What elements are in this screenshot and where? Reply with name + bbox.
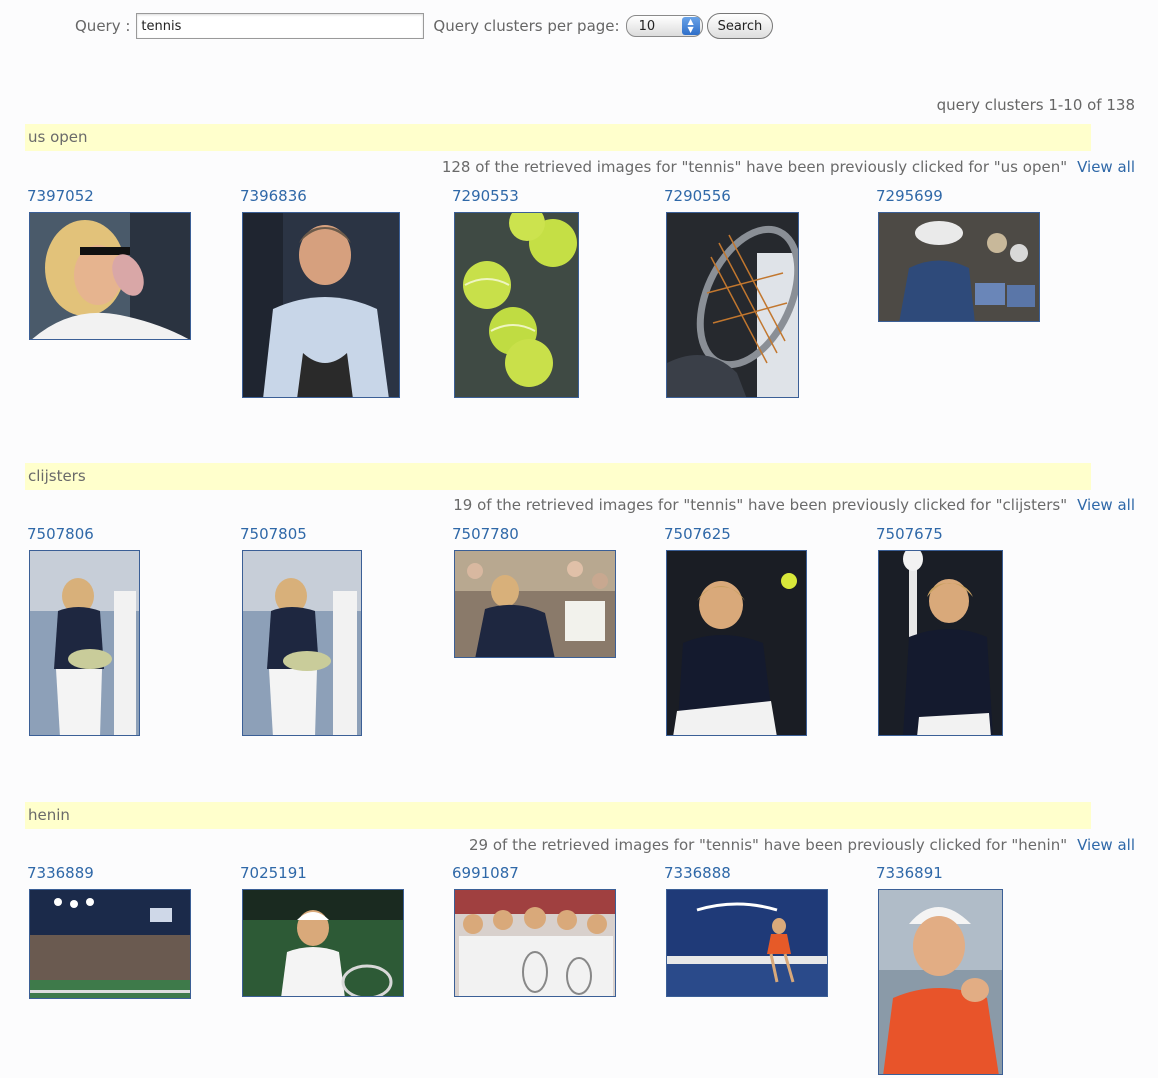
image-id-link[interactable]: 7025191 bbox=[240, 864, 307, 883]
query-label: Query : bbox=[75, 17, 131, 35]
image-id-link[interactable]: 6991087 bbox=[452, 864, 519, 883]
image-result: 7507806 bbox=[27, 525, 140, 736]
image-thumbnail[interactable] bbox=[666, 550, 807, 736]
cluster-info-text: 128 of the retrieved images for "tennis"… bbox=[441, 158, 1068, 176]
image-result: 7336891 bbox=[876, 864, 1003, 1075]
image-id-link[interactable]: 7290553 bbox=[452, 187, 519, 206]
cluster-info: 128 of the retrieved images for "tennis"… bbox=[442, 158, 1135, 176]
image-result: 7336888 bbox=[664, 864, 828, 997]
cluster-title: us open bbox=[25, 124, 1091, 151]
view-all-link[interactable]: View all bbox=[1077, 836, 1135, 854]
image-id-link[interactable]: 7507625 bbox=[664, 525, 731, 544]
image-thumbnail[interactable] bbox=[454, 212, 579, 398]
image-result: 7507805 bbox=[240, 525, 362, 736]
image-result: 7397052 bbox=[27, 187, 191, 340]
per-page-select[interactable]: 10 ▲ ▼ bbox=[625, 15, 703, 37]
image-thumbnail[interactable] bbox=[29, 550, 140, 736]
image-thumbnail[interactable] bbox=[242, 889, 404, 997]
image-result: 7507625 bbox=[664, 525, 807, 736]
image-id-link[interactable]: 7507780 bbox=[452, 525, 519, 544]
results-range: query clusters 1-10 of 138 bbox=[936, 96, 1135, 114]
image-thumbnail[interactable] bbox=[666, 212, 799, 398]
cluster-info: 19 of the retrieved images for "tennis" … bbox=[453, 496, 1135, 514]
image-thumbnail[interactable] bbox=[29, 889, 191, 999]
image-id-link[interactable]: 7336888 bbox=[664, 864, 731, 883]
image-result: 7336889 bbox=[27, 864, 191, 999]
search-bar: Query : Query clusters per page: 10 ▲▼ S… bbox=[75, 11, 774, 41]
view-all-link[interactable]: View all bbox=[1077, 496, 1135, 514]
image-id-link[interactable]: 7295699 bbox=[876, 187, 943, 206]
image-result: 7507780 bbox=[452, 525, 616, 658]
cluster-info-text: 29 of the retrieved images for "tennis" … bbox=[468, 836, 1068, 854]
image-result: 7396836 bbox=[240, 187, 400, 398]
select-arrows-icon: ▲ ▼ bbox=[681, 17, 700, 35]
image-thumbnail[interactable] bbox=[242, 550, 362, 736]
image-id-link[interactable]: 7396836 bbox=[240, 187, 307, 206]
cluster-title: clijsters bbox=[25, 463, 1091, 490]
image-result: 7290556 bbox=[664, 187, 799, 398]
per-page-label: Query clusters per page: bbox=[433, 17, 620, 35]
image-thumbnail[interactable] bbox=[29, 212, 191, 340]
cluster-title: henin bbox=[25, 802, 1091, 829]
image-result: 7025191 bbox=[240, 864, 404, 997]
search-button[interactable]: Search bbox=[706, 13, 774, 39]
image-result: 6991087 bbox=[452, 864, 616, 997]
image-result: 7507675 bbox=[876, 525, 1003, 736]
image-thumbnail[interactable] bbox=[878, 212, 1040, 322]
cluster-info-text: 19 of the retrieved images for "tennis" … bbox=[453, 496, 1068, 514]
image-thumbnail[interactable] bbox=[454, 889, 616, 997]
image-id-link[interactable]: 7336891 bbox=[876, 864, 943, 883]
query-input[interactable] bbox=[136, 13, 425, 39]
image-thumbnail[interactable] bbox=[454, 550, 616, 658]
image-result: 7295699 bbox=[876, 187, 1040, 322]
per-page-value: 10 bbox=[638, 18, 656, 34]
image-id-link[interactable]: 7336889 bbox=[27, 864, 94, 883]
image-id-link[interactable]: 7507805 bbox=[240, 525, 307, 544]
image-id-link[interactable]: 7507806 bbox=[27, 525, 94, 544]
image-id-link[interactable]: 7507675 bbox=[876, 525, 943, 544]
image-result: 7290553 bbox=[452, 187, 579, 398]
image-thumbnail[interactable] bbox=[878, 550, 1003, 736]
image-id-link[interactable]: 7290556 bbox=[664, 187, 731, 206]
image-thumbnail[interactable] bbox=[242, 212, 400, 398]
image-thumbnail[interactable] bbox=[878, 889, 1003, 1075]
cluster-info: 29 of the retrieved images for "tennis" … bbox=[469, 836, 1135, 854]
image-id-link[interactable]: 7397052 bbox=[27, 187, 94, 206]
view-all-link[interactable]: View all bbox=[1077, 158, 1135, 176]
image-thumbnail[interactable] bbox=[666, 889, 828, 997]
